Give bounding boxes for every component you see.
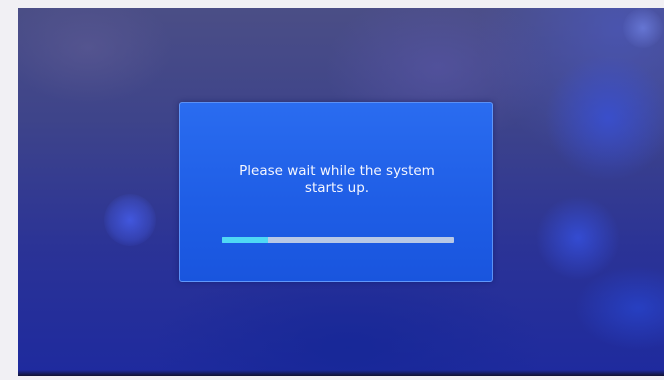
screen-bottom-edge [18, 370, 664, 376]
background-light-spot [623, 8, 663, 48]
startup-message: Please wait while the system starts up. [239, 163, 435, 196]
background-light-spot [104, 194, 156, 246]
startup-dialog: Please wait while the system starts up. [179, 102, 493, 282]
photo-background: Please wait while the system starts up. [0, 0, 664, 380]
display-screen: Please wait while the system starts up. [18, 8, 664, 376]
startup-progress-bar [222, 237, 454, 243]
progress-bar-fill [222, 237, 269, 243]
